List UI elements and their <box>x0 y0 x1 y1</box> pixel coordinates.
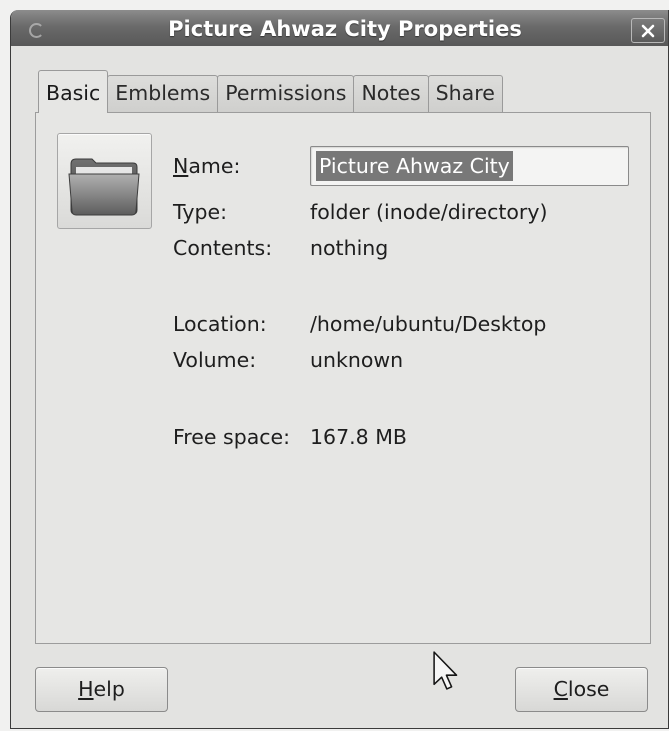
properties-dialog: Picture Ahwaz City Properties Basic Embl… <box>10 10 669 729</box>
folder-front <box>68 173 140 216</box>
name-input[interactable]: Picture Ahwaz City <box>310 146 629 186</box>
free-space-value: 167.8 MB <box>310 425 407 449</box>
location-value: /home/ubuntu/Desktop <box>310 312 547 336</box>
basic-tab-panel: Name: Picture Ahwaz City Type: folder (i… <box>35 112 651 644</box>
mouse-pointer-icon <box>433 651 458 690</box>
window-title: Picture Ahwaz City Properties <box>168 17 522 41</box>
title-bar[interactable]: Picture Ahwaz City Properties <box>11 10 668 46</box>
tab-bar: Basic Emblems Permissions Notes Share <box>38 70 503 113</box>
location-label: Location: <box>173 312 267 336</box>
close-icon-cross <box>641 24 655 38</box>
contents-label: Contents: <box>173 236 273 260</box>
close-button-label: Close <box>553 677 610 701</box>
tab-basic[interactable]: Basic <box>38 70 109 113</box>
volume-label: Volume: <box>173 348 257 372</box>
mouse-pointer-arrow <box>433 651 458 690</box>
tab-share[interactable]: Share <box>427 75 503 112</box>
close-icon <box>641 24 655 38</box>
type-value: folder (inode/directory) <box>310 200 548 224</box>
close-button[interactable]: Close <box>515 667 648 712</box>
type-label: Type: <box>173 200 227 224</box>
name-label: Name: <box>173 154 241 178</box>
volume-value: unknown <box>310 348 404 372</box>
help-button[interactable]: Help <box>35 667 168 712</box>
close-window-button[interactable] <box>631 18 665 43</box>
free-space-label: Free space: <box>173 425 291 449</box>
tab-permissions[interactable]: Permissions <box>217 75 355 112</box>
tab-notes[interactable]: Notes <box>353 75 429 112</box>
contents-value: nothing <box>310 236 389 260</box>
tab-emblems[interactable]: Emblems <box>107 75 219 112</box>
folder-icon <box>68 158 140 216</box>
name-input-selected-text: Picture Ahwaz City <box>316 151 513 181</box>
folder-icon-button[interactable] <box>57 133 152 229</box>
help-button-label: Help <box>78 677 125 701</box>
